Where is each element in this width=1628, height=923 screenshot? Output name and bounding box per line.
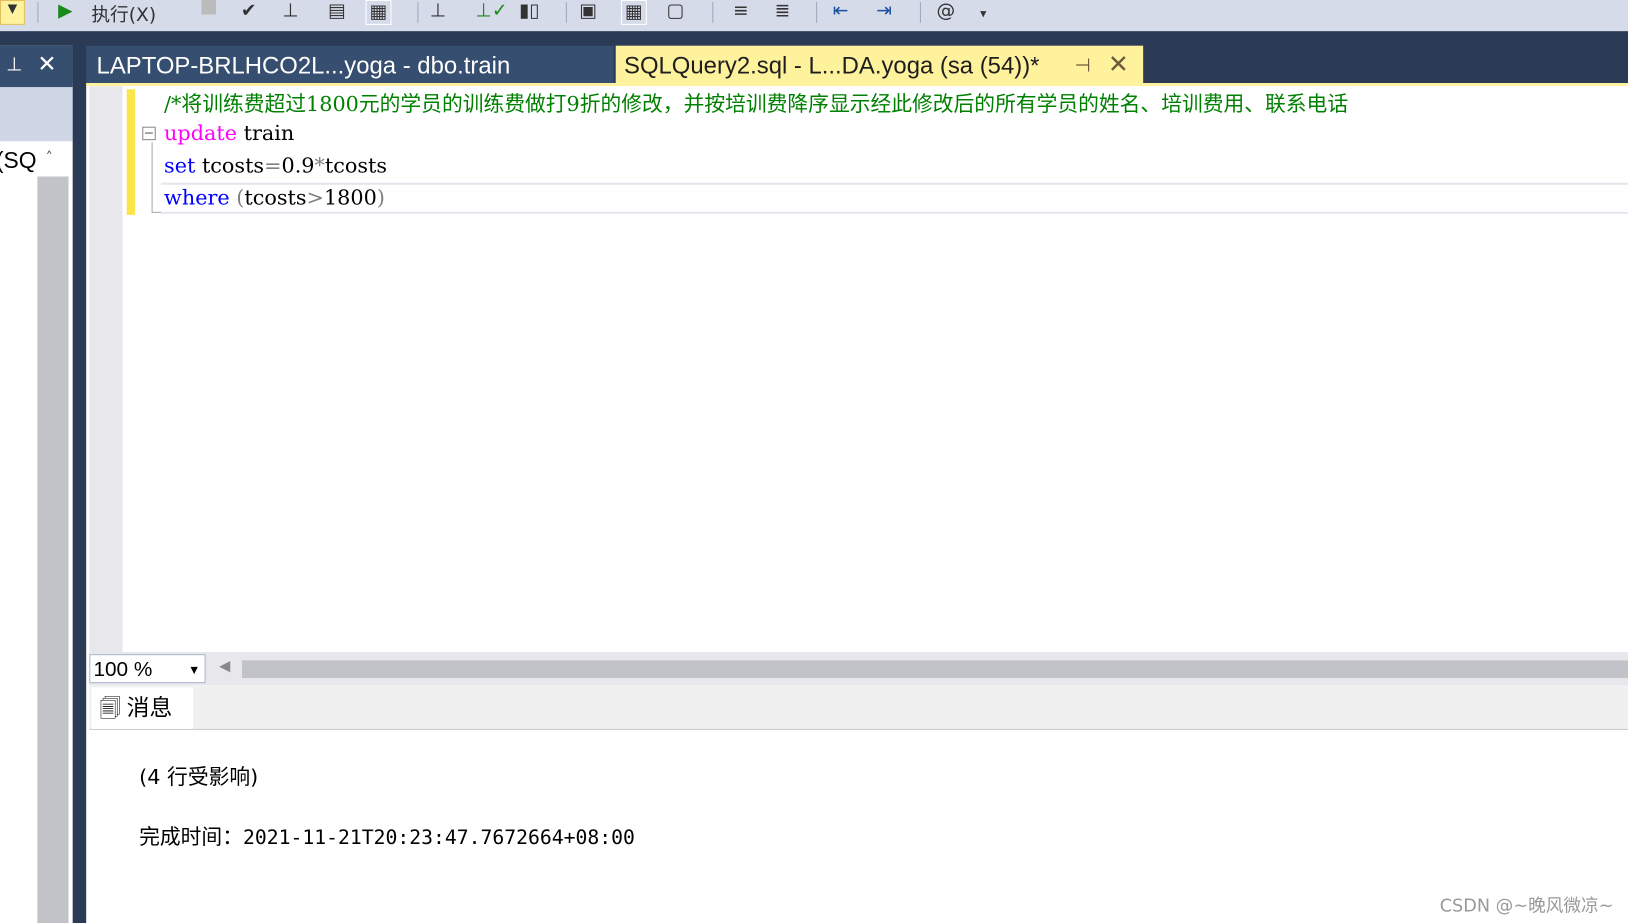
horizontal-scrollbar-thumb[interactable] [241,660,1628,679]
code-line-where: where (tcosts>1800) [164,184,385,210]
close-icon[interactable]: ✕ [1108,46,1129,85]
pin-icon[interactable]: ⊣ [1075,46,1091,85]
tab-label: SQLQuery2.sql - L...DA.yoga (sa (54))* [624,51,1040,79]
code-line-update: update train [164,120,295,146]
toolbar: ▼ ▶ 执行(X) ✔ ⊥ ▤ ▦ ⊥ ⊥✓ ▮▯ ▣ ▦ ▢ ≡ ≣ ⇤ ⇥ … [0,0,1628,32]
plan-icon[interactable]: ⊥ [282,0,298,23]
parse-icon[interactable]: ✔ [241,0,257,23]
scroll-left-icon[interactable]: ◀ [219,658,230,675]
code-comment: /*将训练费超过1800元的学员的训练费做打9折的修改，并按培训费降序显示经此修… [164,91,1349,117]
completion-label: 完成时间： [139,824,243,850]
messages-icon: 🗐 [99,695,121,721]
tab-sqlquery2[interactable]: SQLQuery2.sql - L...DA.yoga (sa (54))* ⊣… [615,45,1144,85]
execute-button[interactable]: 执行(X) [91,0,156,26]
pin-icon[interactable]: ⊥ [6,54,22,76]
tab-label: 消息 [126,695,173,722]
splitter [72,45,87,923]
tab-messages[interactable]: 🗐 消息 [91,687,194,729]
dropdown-button[interactable]: ▼ [0,0,25,25]
tree-item[interactable]: (SQ [0,147,36,174]
completion-time-line: 完成时间：2021-11-21T20:23:47.7672664+08:00 [139,820,635,850]
results-to-file-icon[interactable]: ▢ [667,0,685,23]
uncomment-icon[interactable]: ≣ [775,0,791,23]
rows-affected-text: (4 行受影响) [139,764,259,790]
watermark: CSDN @~晚风微凉~ [1439,896,1614,917]
object-explorer-panel: ⊥ ✕ (SQ ˄ [0,45,73,923]
vertical-scrollbar[interactable] [37,176,69,923]
results-to-text-icon[interactable]: ▣ [579,0,597,23]
zoom-value: 100 % [93,658,153,682]
results-text-icon[interactable]: ▦ [365,0,392,25]
ssms-window: ▼ ▶ 执行(X) ✔ ⊥ ▤ ▦ ⊥ ⊥✓ ▮▯ ▣ ▦ ▢ ≡ ≣ ⇤ ⇥ … [0,0,1628,923]
outline-line [151,142,153,213]
code-line-set: set tcosts=0.9*tcosts [164,152,388,178]
results-to-grid-icon[interactable]: ▦ [620,0,647,25]
comment-icon[interactable]: ≡ [733,0,749,23]
indent-icon[interactable]: ⇥ [876,0,892,23]
close-icon[interactable]: ✕ [37,52,56,78]
completion-time: 2021-11-21T20:23:47.7672664+08:00 [242,826,635,850]
stats-icon[interactable]: ⊥✓ [476,0,508,23]
specify-values-icon[interactable]: @ [937,0,956,23]
results-tab-bar [89,685,1628,730]
stop-icon[interactable] [201,0,216,15]
panel-toolbar [0,87,73,142]
include-plan-icon[interactable]: ⊥ [430,0,446,23]
scroll-up-icon[interactable]: ˄ [46,150,53,167]
editor-gutter [89,86,123,653]
chevron-down-icon: ▼ [188,662,201,677]
collapse-icon[interactable]: − [142,126,156,141]
change-indicator [126,89,135,215]
zoom-select[interactable]: 100 % ▼ [89,654,206,684]
overflow-icon[interactable]: ▾ [980,6,986,29]
tab-dbo-train[interactable]: LAPTOP-BRLHCO2L...yoga - dbo.train [86,45,614,84]
execute-icon[interactable]: ▶ [58,0,72,23]
outdent-icon[interactable]: ⇤ [833,0,849,23]
client-stats-icon[interactable]: ▮▯ [519,0,540,23]
results-grid-icon[interactable]: ▤ [328,0,346,23]
